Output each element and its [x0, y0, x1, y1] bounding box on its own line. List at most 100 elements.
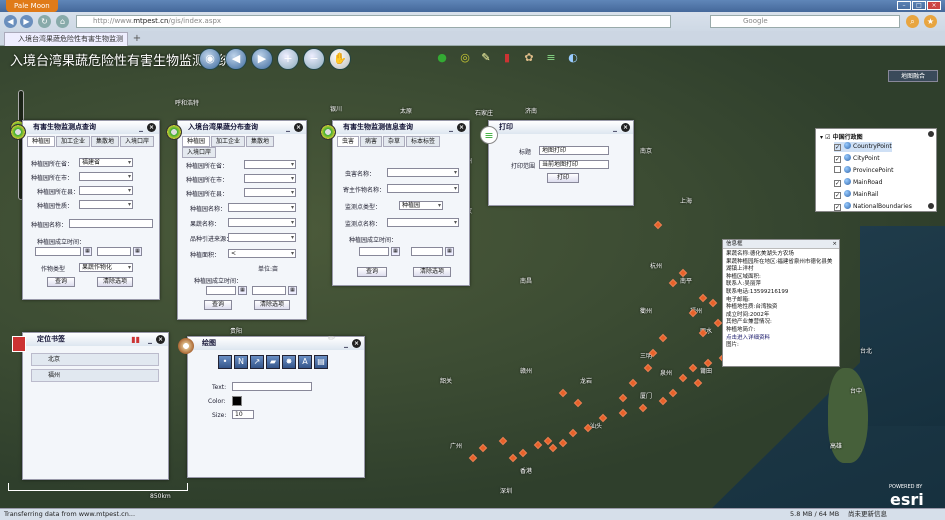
identify-tool-icon[interactable]: ◎: [456, 49, 474, 67]
p3-calendar-start-icon[interactable]: ▦: [391, 247, 400, 256]
p2-calendar-end-icon[interactable]: ▦: [288, 286, 297, 295]
p2-name-select[interactable]: [228, 203, 296, 212]
pest-point-marker[interactable]: [558, 438, 568, 448]
pest-point-marker[interactable]: [643, 363, 653, 373]
tab-2[interactable]: 集散地: [246, 136, 275, 147]
layer-checkbox[interactable]: [834, 166, 841, 173]
legend-scroll-icon[interactable]: [928, 203, 934, 209]
draw-polyline-icon[interactable]: N: [234, 355, 248, 369]
tab-0[interactable]: 种植园: [182, 136, 211, 147]
p1-time-start-input[interactable]: [35, 247, 81, 256]
layer-item[interactable]: ✓ MainRoad: [834, 178, 882, 188]
browser-tab[interactable]: 入境台湾果蔬危险性有害生物监测 ×: [4, 32, 128, 55]
popup-close-icon[interactable]: ×: [832, 240, 837, 249]
p3-point-select[interactable]: [387, 218, 459, 227]
home-icon[interactable]: ⌂: [56, 15, 69, 28]
p2-clear-button[interactable]: 清除选项: [254, 300, 290, 310]
panel3-close-icon[interactable]: ×: [457, 123, 466, 132]
p3-query-button[interactable]: 查询: [357, 267, 387, 277]
layer-item[interactable]: ✓ NationalBoundaries: [834, 202, 912, 212]
print-range-input[interactable]: 当前地图打印: [539, 160, 609, 169]
layer-checkbox[interactable]: ✓: [834, 144, 841, 151]
url-input[interactable]: http://www.mtpest.cn/gis/index.aspx: [76, 15, 671, 28]
p2-calendar-start-icon[interactable]: ▦: [238, 286, 247, 295]
p3-calendar-end-icon[interactable]: ▦: [445, 247, 454, 256]
p2-source-select[interactable]: [228, 233, 296, 242]
pest-point-marker[interactable]: [468, 453, 478, 463]
p1-calendar-start-icon[interactable]: ▦: [83, 247, 92, 256]
panel1-close-icon[interactable]: ×: [147, 123, 156, 132]
draw-tool-icon[interactable]: ✿: [520, 49, 538, 67]
draw-color-swatch[interactable]: [232, 396, 242, 406]
draw-text-input[interactable]: [232, 382, 312, 391]
layers-tool-icon[interactable]: ●: [433, 49, 451, 67]
pest-point-marker[interactable]: [558, 388, 568, 398]
p1-time-end-input[interactable]: [97, 247, 131, 256]
next-extent-icon[interactable]: ▶: [251, 48, 273, 70]
layer-checkbox[interactable]: ✓: [834, 192, 841, 199]
pest-point-marker[interactable]: [618, 393, 628, 403]
query-tool-icon[interactable]: ◐: [564, 49, 582, 67]
panel3-minimize-icon[interactable]: _: [449, 121, 453, 134]
panel2-minimize-icon[interactable]: _: [286, 121, 290, 134]
bookmark-item[interactable]: 福州: [31, 369, 159, 382]
maximize-icon[interactable]: □: [912, 1, 926, 10]
panel2-close-icon[interactable]: ×: [294, 123, 303, 132]
draw-pencil-icon[interactable]: ✏: [328, 334, 336, 344]
pest-point-marker[interactable]: [548, 443, 558, 453]
p1-query-button[interactable]: 查询: [47, 277, 75, 287]
forward-icon[interactable]: ▶: [20, 15, 33, 28]
tab-3[interactable]: 入境口岸: [120, 136, 155, 147]
layer-root[interactable]: ▾ ☑ 中国行政图: [820, 132, 863, 141]
pest-point-marker[interactable]: [618, 408, 628, 418]
print-tool-icon[interactable]: ≡: [542, 49, 560, 67]
tab-0[interactable]: 种植园: [27, 136, 56, 147]
p2-county-select[interactable]: [244, 188, 296, 197]
draw-freehand-icon[interactable]: ↗: [250, 355, 264, 369]
bookmark-item[interactable]: 北京: [31, 353, 159, 366]
pest-point-marker[interactable]: [518, 448, 528, 458]
tab-1[interactable]: 病害: [360, 136, 383, 147]
draw-freehand-polygon-icon[interactable]: ✸: [282, 355, 296, 369]
tab-3[interactable]: 标本标签: [406, 136, 441, 147]
pan-hand-icon[interactable]: ✋: [329, 48, 351, 70]
zoom-in-icon[interactable]: +: [277, 48, 299, 70]
search-go-icon[interactable]: ⌕: [906, 15, 919, 28]
tab-0[interactable]: 虫害: [337, 136, 360, 147]
previous-extent-icon[interactable]: ◀: [225, 48, 247, 70]
layer-checkbox[interactable]: ✓: [834, 180, 841, 187]
p3-pest-select[interactable]: [387, 168, 459, 177]
p1-clear-button[interactable]: 清除选项: [97, 277, 133, 287]
p1-crop-select[interactable]: 果蔬作物化: [79, 263, 133, 272]
zoom-out-icon[interactable]: −: [303, 48, 325, 70]
tab-2[interactable]: 集散地: [91, 136, 120, 147]
popup-line[interactable]: 点击进入详细资料: [726, 335, 836, 343]
p1-county-select[interactable]: [79, 186, 133, 195]
bookmark-book-icon[interactable]: ▮▮: [131, 333, 140, 346]
p3-time-end-input[interactable]: [411, 247, 443, 256]
layer-item[interactable]: ✓ MainRail: [834, 190, 878, 200]
p3-clear-button[interactable]: 清除选项: [413, 267, 451, 277]
pest-point-marker[interactable]: [533, 440, 543, 450]
draw-close-icon[interactable]: ×: [352, 339, 361, 348]
draw-point-icon[interactable]: •: [218, 355, 232, 369]
pest-point-marker[interactable]: [678, 373, 688, 383]
pest-point-marker[interactable]: [693, 378, 703, 388]
pest-point-marker[interactable]: [668, 388, 678, 398]
p1-city-select[interactable]: [79, 172, 133, 181]
draw-size-input[interactable]: 10: [232, 410, 254, 419]
measure-tool-icon[interactable]: ✎: [477, 49, 495, 67]
bookmark-minimize-icon[interactable]: _: [148, 333, 152, 346]
pest-point-marker[interactable]: [688, 363, 698, 373]
p3-time-start-input[interactable]: [359, 247, 389, 256]
draw-text-icon[interactable]: A: [298, 355, 312, 369]
legend-close-icon[interactable]: [928, 131, 934, 137]
tab-2[interactable]: 杂草: [383, 136, 406, 147]
basemap-toggle-button[interactable]: 地图融合: [888, 70, 938, 82]
panel1-minimize-icon[interactable]: _: [139, 121, 143, 134]
p1-name-input[interactable]: [69, 219, 153, 228]
pest-point-marker[interactable]: [628, 378, 638, 388]
bookmark-close-icon[interactable]: ×: [156, 335, 165, 344]
draw-polygon-icon[interactable]: ▰: [266, 355, 280, 369]
print-minimize-icon[interactable]: _: [613, 121, 617, 134]
